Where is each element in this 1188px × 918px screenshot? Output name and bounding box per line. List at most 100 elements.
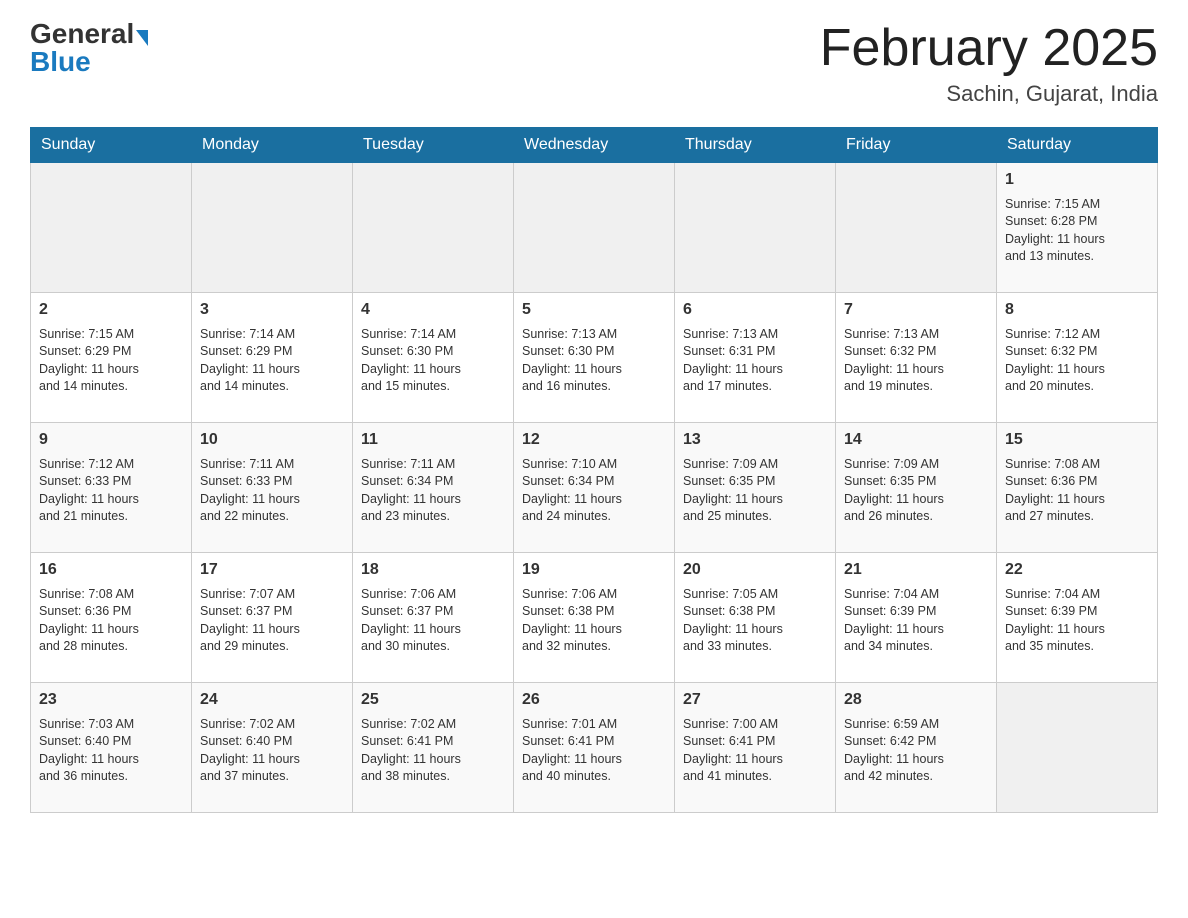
- calendar-cell: 11 Sunrise: 7:11 AM Sunset: 6:34 PM Dayli…: [353, 423, 514, 553]
- day-number: 11: [361, 429, 505, 451]
- day-number: 10: [200, 429, 344, 451]
- calendar-cell: 15Sunrise: 7:08 AM Sunset: 6:36 PM Dayli…: [997, 423, 1158, 553]
- calendar-cell: 23 Sunrise: 7:03 AM Sunset: 6:40 PM Dayli…: [31, 683, 192, 813]
- day-info: Sunrise: 7:13 AM Sunset: 6:32 PM Dayligh…: [844, 326, 988, 396]
- calendar-body: 1 Sunrise: 7:15 AM Sunset: 6:28 PM Daylig…: [31, 163, 1158, 813]
- day-info: Sunrise: 7:05 AM Sunset: 6:38 PM Dayligh…: [683, 586, 827, 656]
- day-info: Sunrise: 7:14 AM Sunset: 6:30 PM Dayligh…: [361, 326, 505, 396]
- calendar-cell: 7 Sunrise: 7:13 AM Sunset: 6:32 PM Daylig…: [836, 293, 997, 423]
- day-number: 26: [522, 689, 666, 711]
- day-number: 24: [200, 689, 344, 711]
- calendar-table: Sunday Monday Tuesday Wednesday Thursday…: [30, 127, 1158, 813]
- calendar-cell: 28 Sunrise: 6:59 AM Sunset: 6:42 PM Dayli…: [836, 683, 997, 813]
- page-header: General Blue February 2025 Sachin, Gujar…: [30, 20, 1158, 107]
- day-info: Sunrise: 7:02 AM Sunset: 6:40 PM Dayligh…: [200, 716, 344, 786]
- day-number: 5: [522, 299, 666, 321]
- calendar-cell: 10 Sunrise: 7:11 AM Sunset: 6:33 PM Dayli…: [192, 423, 353, 553]
- calendar-cell: 5 Sunrise: 7:13 AM Sunset: 6:30 PM Daylig…: [514, 293, 675, 423]
- day-info: Sunrise: 7:06 AM Sunset: 6:37 PM Dayligh…: [361, 586, 505, 656]
- day-info: Sunrise: 7:09 AM Sunset: 6:35 PM Dayligh…: [683, 456, 827, 526]
- col-sunday: Sunday: [31, 128, 192, 163]
- day-info: Sunrise: 7:12 AM Sunset: 6:32 PM Dayligh…: [1005, 326, 1149, 396]
- day-number: 20: [683, 559, 827, 581]
- day-info: Sunrise: 6:59 AM Sunset: 6:42 PM Dayligh…: [844, 716, 988, 786]
- calendar-cell: 26 Sunrise: 7:01 AM Sunset: 6:41 PM Dayli…: [514, 683, 675, 813]
- calendar-cell: 3 Sunrise: 7:14 AM Sunset: 6:29 PM Daylig…: [192, 293, 353, 423]
- day-info: Sunrise: 7:09 AM Sunset: 6:35 PM Dayligh…: [844, 456, 988, 526]
- calendar-cell: 17Sunrise: 7:07 AM Sunset: 6:37 PM Dayli…: [192, 553, 353, 683]
- day-info: Sunrise: 7:03 AM Sunset: 6:40 PM Dayligh…: [39, 716, 183, 786]
- day-number: 1: [1005, 169, 1149, 191]
- header-row: Sunday Monday Tuesday Wednesday Thursday…: [31, 128, 1158, 163]
- day-info: Sunrise: 7:08 AM Sunset: 6:36 PM Dayligh…: [1005, 456, 1149, 526]
- calendar-cell: [192, 163, 353, 293]
- col-wednesday: Wednesday: [514, 128, 675, 163]
- day-info: Sunrise: 7:04 AM Sunset: 6:39 PM Dayligh…: [1005, 586, 1149, 656]
- col-thursday: Thursday: [675, 128, 836, 163]
- day-number: 13: [683, 429, 827, 451]
- day-number: 9: [39, 429, 183, 451]
- day-info: Sunrise: 7:06 AM Sunset: 6:38 PM Dayligh…: [522, 586, 666, 656]
- calendar-cell: 9 Sunrise: 7:12 AM Sunset: 6:33 PM Daylig…: [31, 423, 192, 553]
- day-number: 28: [844, 689, 988, 711]
- calendar-cell: [997, 683, 1158, 813]
- month-title: February 2025: [820, 20, 1158, 77]
- calendar-week-2: 9 Sunrise: 7:12 AM Sunset: 6:33 PM Daylig…: [31, 423, 1158, 553]
- col-monday: Monday: [192, 128, 353, 163]
- calendar-cell: 20 Sunrise: 7:05 AM Sunset: 6:38 PM Dayli…: [675, 553, 836, 683]
- calendar-cell: 22 Sunrise: 7:04 AM Sunset: 6:39 PM Dayli…: [997, 553, 1158, 683]
- calendar-week-4: 23 Sunrise: 7:03 AM Sunset: 6:40 PM Dayli…: [31, 683, 1158, 813]
- col-saturday: Saturday: [997, 128, 1158, 163]
- day-info: Sunrise: 7:01 AM Sunset: 6:41 PM Dayligh…: [522, 716, 666, 786]
- calendar-cell: 13 Sunrise: 7:09 AM Sunset: 6:35 PM Dayli…: [675, 423, 836, 553]
- day-info: Sunrise: 7:02 AM Sunset: 6:41 PM Dayligh…: [361, 716, 505, 786]
- calendar-cell: 25Sunrise: 7:02 AM Sunset: 6:41 PM Dayli…: [353, 683, 514, 813]
- calendar-cell: 16 Sunrise: 7:08 AM Sunset: 6:36 PM Dayli…: [31, 553, 192, 683]
- day-number: 14: [844, 429, 988, 451]
- calendar-week-1: 2Sunrise: 7:15 AM Sunset: 6:29 PM Daylig…: [31, 293, 1158, 423]
- day-info: Sunrise: 7:13 AM Sunset: 6:31 PM Dayligh…: [683, 326, 827, 396]
- calendar-cell: 14 Sunrise: 7:09 AM Sunset: 6:35 PM Dayli…: [836, 423, 997, 553]
- day-number: 12: [522, 429, 666, 451]
- day-number: 6: [683, 299, 827, 321]
- calendar-week-0: 1 Sunrise: 7:15 AM Sunset: 6:28 PM Daylig…: [31, 163, 1158, 293]
- day-number: 16: [39, 559, 183, 581]
- day-number: 27: [683, 689, 827, 711]
- day-info: Sunrise: 7:12 AM Sunset: 6:33 PM Dayligh…: [39, 456, 183, 526]
- day-info: Sunrise: 7:08 AM Sunset: 6:36 PM Dayligh…: [39, 586, 183, 656]
- day-number: 4: [361, 299, 505, 321]
- day-number: 3: [200, 299, 344, 321]
- calendar-cell: 12 Sunrise: 7:10 AM Sunset: 6:34 PM Dayli…: [514, 423, 675, 553]
- day-info: Sunrise: 7:11 AM Sunset: 6:34 PM Dayligh…: [361, 456, 505, 526]
- calendar-cell: 19 Sunrise: 7:06 AM Sunset: 6:38 PM Dayli…: [514, 553, 675, 683]
- day-number: 7: [844, 299, 988, 321]
- logo-general-text: General: [30, 20, 134, 48]
- calendar-cell: 21Sunrise: 7:04 AM Sunset: 6:39 PM Dayli…: [836, 553, 997, 683]
- day-info: Sunrise: 7:00 AM Sunset: 6:41 PM Dayligh…: [683, 716, 827, 786]
- day-info: Sunrise: 7:14 AM Sunset: 6:29 PM Dayligh…: [200, 326, 344, 396]
- day-number: 22: [1005, 559, 1149, 581]
- location-text: Sachin, Gujarat, India: [820, 81, 1158, 107]
- title-block: February 2025 Sachin, Gujarat, India: [820, 20, 1158, 107]
- day-info: Sunrise: 7:11 AM Sunset: 6:33 PM Dayligh…: [200, 456, 344, 526]
- logo-blue-text: Blue: [30, 48, 91, 76]
- calendar-cell: 18Sunrise: 7:06 AM Sunset: 6:37 PM Dayli…: [353, 553, 514, 683]
- day-number: 19: [522, 559, 666, 581]
- day-info: Sunrise: 7:15 AM Sunset: 6:29 PM Dayligh…: [39, 326, 183, 396]
- calendar-cell: [836, 163, 997, 293]
- day-number: 17: [200, 559, 344, 581]
- day-number: 8: [1005, 299, 1149, 321]
- calendar-cell: 1 Sunrise: 7:15 AM Sunset: 6:28 PM Daylig…: [997, 163, 1158, 293]
- calendar-cell: [675, 163, 836, 293]
- day-info: Sunrise: 7:15 AM Sunset: 6:28 PM Dayligh…: [1005, 196, 1149, 266]
- day-info: Sunrise: 7:13 AM Sunset: 6:30 PM Dayligh…: [522, 326, 666, 396]
- calendar-cell: [353, 163, 514, 293]
- col-tuesday: Tuesday: [353, 128, 514, 163]
- calendar-cell: 4 Sunrise: 7:14 AM Sunset: 6:30 PM Daylig…: [353, 293, 514, 423]
- calendar-cell: 27 Sunrise: 7:00 AM Sunset: 6:41 PM Dayli…: [675, 683, 836, 813]
- day-number: 23: [39, 689, 183, 711]
- calendar-cell: [514, 163, 675, 293]
- calendar-cell: 6 Sunrise: 7:13 AM Sunset: 6:31 PM Daylig…: [675, 293, 836, 423]
- day-info: Sunrise: 7:10 AM Sunset: 6:34 PM Dayligh…: [522, 456, 666, 526]
- logo: General Blue: [30, 20, 148, 76]
